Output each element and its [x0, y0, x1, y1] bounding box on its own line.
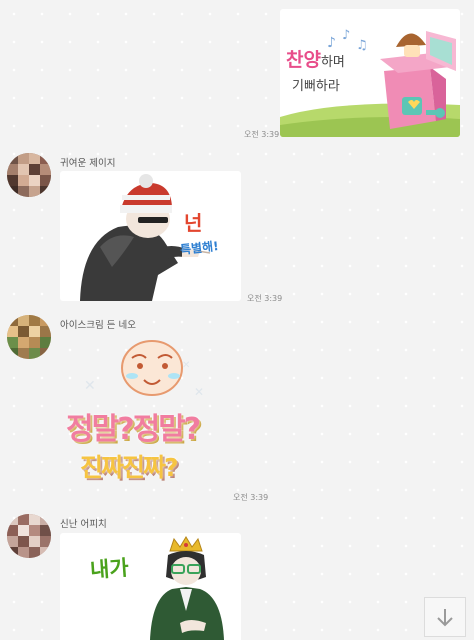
pointing-man-sticker-icon [80, 174, 211, 301]
sender-name: 신난 어피치 [60, 519, 107, 530]
svg-text:♪: ♪ [342, 28, 350, 43]
music-box-sticker-icon: ♪ ♪ ♫ [280, 28, 460, 137]
avatar-image [7, 153, 51, 197]
sticker-text-line1: 정말?정말? [66, 412, 201, 447]
message-time: 오전 3:39 [233, 493, 269, 502]
scroll-to-bottom-button[interactable] [424, 597, 466, 637]
sticker-text-line1: 넌 [184, 211, 203, 235]
svg-text:✕: ✕ [182, 360, 190, 371]
sticker-music-box[interactable]: ♪ ♪ ♫ 찬양하며 기뻐하라 [280, 9, 460, 137]
svg-text:♫: ♫ [356, 38, 368, 53]
sticker-text-main: 찬양 [286, 49, 321, 71]
arrow-down-icon [437, 609, 453, 627]
avatar[interactable] [7, 315, 51, 359]
sticker-text-line1: 찬양하며 [286, 45, 345, 72]
sticker-text-suffix: 하며 [320, 55, 345, 70]
sticker-text-line2: 기뻐하라 [292, 79, 340, 94]
message-time: 오전 3:39 [247, 294, 283, 303]
avatar-image [7, 514, 51, 558]
avatar[interactable] [7, 153, 51, 197]
avatar[interactable] [7, 514, 51, 558]
svg-text:✕: ✕ [84, 378, 96, 394]
svg-text:✕: ✕ [194, 385, 204, 399]
crowned-man-sticker-icon [150, 536, 224, 640]
avatar-image [7, 315, 51, 359]
sticker-text-line2: 진짜진짜? [80, 453, 179, 482]
sticker-text-line1: 내가 [89, 555, 130, 583]
sender-name: 아이스크림 든 네오 [60, 320, 136, 331]
sticker-pointing-man[interactable]: 넌 특별해! [60, 171, 241, 301]
sender-name: 귀여운 제이지 [60, 158, 116, 169]
sticker-crowned-man[interactable]: 내가 [60, 533, 241, 640]
message-time: 오전 3:39 [244, 130, 280, 139]
sticker-surprised-face[interactable]: ✕ ✕ ✕ 정말?정말? 진짜진짜? [62, 338, 228, 498]
